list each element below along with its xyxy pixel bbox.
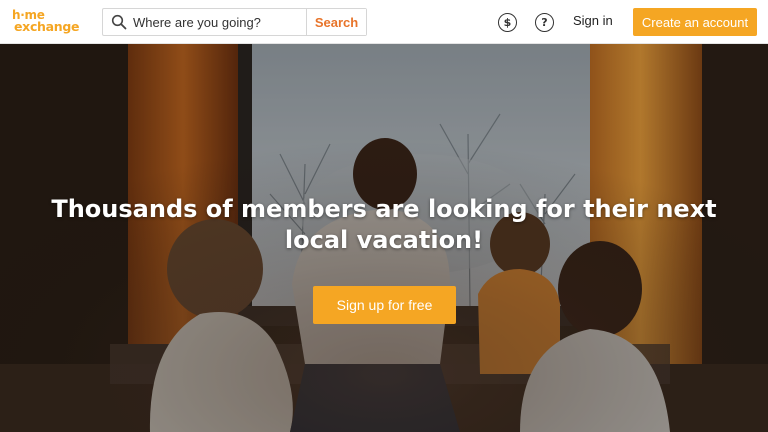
question-glyph: ? <box>541 16 548 29</box>
question-icon[interactable]: ? <box>535 13 554 32</box>
dollar-icon[interactable]: $ <box>498 13 517 32</box>
destination-search: Search <box>102 8 367 36</box>
hero-headline: Thousands of members are looking for the… <box>51 195 717 254</box>
search-icon <box>111 14 127 30</box>
search-button[interactable]: Search <box>306 9 366 35</box>
top-header: h·me exchange Search $ ? Sign in Create … <box>0 0 768 44</box>
dollar-glyph: $ <box>503 16 512 29</box>
homepage: h·me exchange Search $ ? Sign in Create … <box>0 0 768 432</box>
logo-line-2: exchange <box>14 19 80 34</box>
homeexchange-logo[interactable]: h·me exchange <box>12 9 88 35</box>
sign-up-button[interactable]: Sign up for free <box>313 286 456 324</box>
sign-in-link[interactable]: Sign in <box>573 13 613 31</box>
hero-section: Thousands of members are looking for the… <box>0 44 768 432</box>
create-account-button[interactable]: Create an account <box>633 8 757 36</box>
search-input[interactable] <box>127 9 306 35</box>
